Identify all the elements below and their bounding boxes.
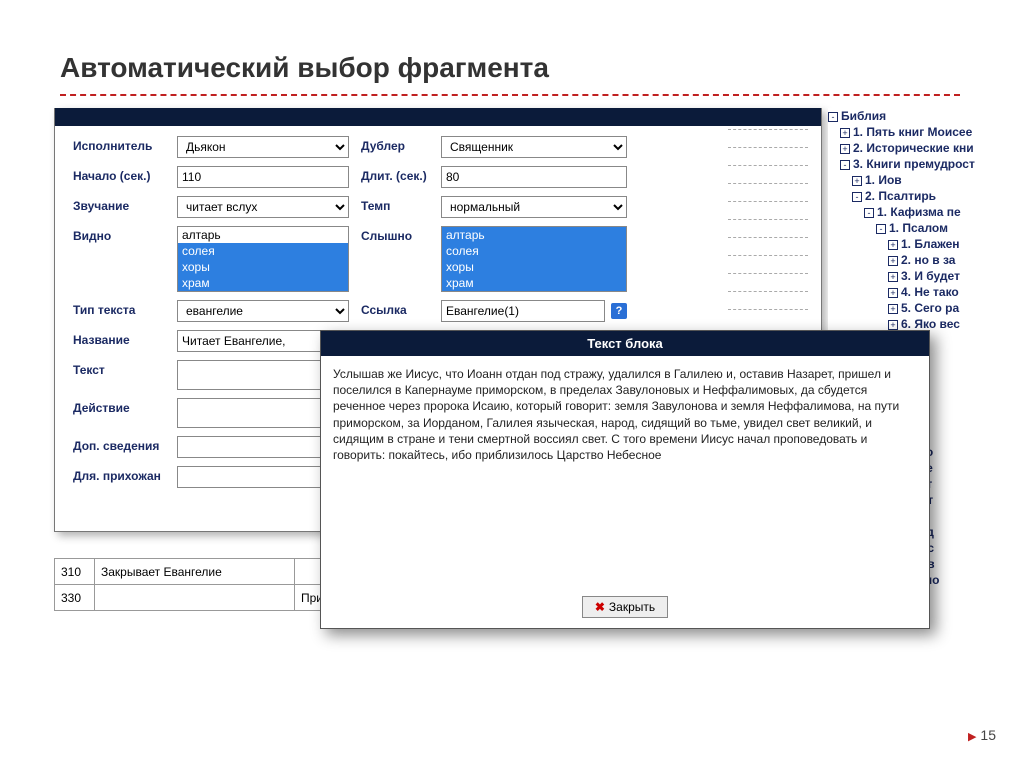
reference-label: Ссылка [349,300,441,317]
tree-node[interactable]: +2. Исторические кни [828,140,1024,156]
length-sec-label: Длит. (сек.) [349,166,441,183]
expand-icon[interactable]: + [852,176,862,186]
tree-node[interactable]: -1. Псалом [828,220,1024,236]
expand-icon[interactable]: + [888,240,898,250]
tree-label: 1. Кафизма пе [877,205,961,219]
text-type-label: Тип текста [73,300,177,317]
tree-label: 3. Книги премудрост [853,157,975,171]
close-icon: ✖ [595,600,605,614]
audible-opt-3[interactable]: храм [442,275,626,291]
cell-desc[interactable] [95,585,295,611]
sound-select[interactable]: читает вслух [177,196,349,218]
sound-label: Звучание [73,196,177,213]
visible-label: Видно [73,226,177,243]
tree-node[interactable]: -3. Книги премудрост [828,156,1024,172]
tree-label: 4. Не тако [901,285,959,299]
understudy-select[interactable]: Священник [441,136,627,158]
understudy-label: Дублер [349,136,441,153]
tree-node[interactable]: +4. Не тако [828,284,1024,300]
collapse-icon[interactable]: - [840,160,850,170]
tree-node[interactable]: -Библия [828,108,1024,124]
cell-desc[interactable]: Закрывает Евангелие [95,559,295,585]
text-type-select[interactable]: евангелие [177,300,349,322]
start-sec-label: Начало (сек.) [73,166,177,183]
audible-opt-1[interactable]: солея [442,243,626,259]
tree-node[interactable]: +1. Иов [828,172,1024,188]
tree-label: 1. Блажен [901,237,960,251]
help-icon[interactable]: ? [611,303,627,319]
tree-label: 1. Иов [865,173,902,187]
expand-icon[interactable]: + [840,144,850,154]
arrow-icon: ▶ [968,731,976,743]
tree-node[interactable]: +3. И будет [828,268,1024,284]
close-button[interactable]: ✖Закрыть [582,596,668,618]
expand-icon[interactable]: + [888,272,898,282]
audible-list[interactable]: алтарь солея хоры храм [441,226,627,292]
tree-label: Библия [841,109,886,123]
performer-select[interactable]: Дьякон [177,136,349,158]
length-sec-input[interactable] [441,166,627,188]
reference-input[interactable] [441,300,605,322]
collapse-icon[interactable]: - [876,224,886,234]
visible-opt-3[interactable]: храм [178,275,348,291]
laity-label: Для. прихожан [73,466,177,483]
tree-node[interactable]: +1. Блажен [828,236,1024,252]
tempo-select[interactable]: нормальный [441,196,627,218]
tree-label: 1. Пять книг Моисее [853,125,972,139]
cell-time[interactable]: 310 [55,559,95,585]
visible-opt-0[interactable]: алтарь [178,227,348,243]
form-titlebar [55,108,821,126]
expand-icon[interactable]: + [840,128,850,138]
tempo-label: Темп [349,196,441,213]
performer-label: Исполнитель [73,136,177,153]
tree-node[interactable]: +2. но в за [828,252,1024,268]
text-label: Текст [73,360,177,377]
tree-node[interactable]: +5. Сего ра [828,300,1024,316]
audible-opt-0[interactable]: алтарь [442,227,626,243]
expand-icon[interactable]: + [888,304,898,314]
tree-label: 2. но в за [901,253,955,267]
expand-icon[interactable]: + [888,256,898,266]
visible-opt-1[interactable]: солея [178,243,348,259]
action-label: Действие [73,398,177,415]
tree-node[interactable]: -1. Кафизма пе [828,204,1024,220]
cell-time[interactable]: 330 [55,585,95,611]
visible-opt-2[interactable]: хоры [178,259,348,275]
tree-label: 1. Псалом [889,221,948,235]
slide-title: Автоматический выбор фрагмента [60,52,549,84]
text-block-dialog: Текст блока Услышав же Иисус, что Иоанн … [320,330,930,629]
tree-label: 3. И будет [901,269,960,283]
audible-label: Слышно [349,226,441,243]
collapse-icon[interactable]: - [864,208,874,218]
extra-label: Доп. сведения [73,436,177,453]
tree-label: 2. Исторические кни [853,141,974,155]
title-divider [60,94,960,96]
collapse-icon[interactable]: - [828,112,838,122]
dialog-title: Текст блока [321,331,929,356]
collapse-icon[interactable]: - [852,192,862,202]
dialog-body: Услышав же Иисус, что Иоанн отдан под ст… [321,356,929,586]
tree-label: 2. Псалтирь [865,189,936,203]
tree-node[interactable]: +1. Пять книг Моисее [828,124,1024,140]
start-sec-input[interactable] [177,166,349,188]
page-number: ▶15 [968,727,996,743]
tree-node[interactable]: -2. Псалтирь [828,188,1024,204]
timeline-ruler [728,112,808,322]
name-label: Название [73,330,177,347]
audible-opt-2[interactable]: хоры [442,259,626,275]
tree-label: 6. Яко вес [901,317,960,331]
tree-label: 5. Сего ра [901,301,959,315]
visible-list[interactable]: алтарь солея хоры храм [177,226,349,292]
expand-icon[interactable]: + [888,288,898,298]
expand-icon[interactable]: + [888,320,898,330]
